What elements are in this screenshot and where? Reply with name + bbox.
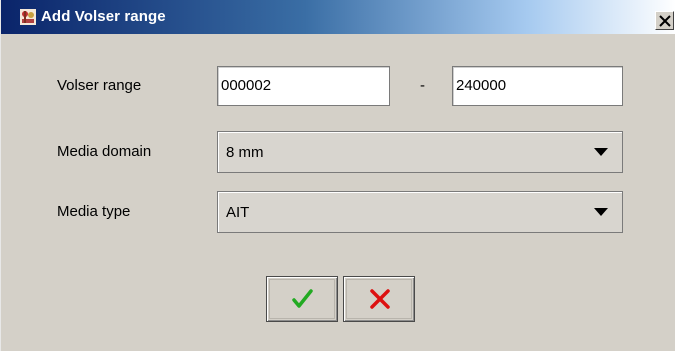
ok-button[interactable] bbox=[266, 276, 338, 322]
media-domain-label: Media domain bbox=[57, 143, 152, 160]
chevron-down-icon[interactable] bbox=[594, 208, 608, 216]
chevron-down-icon[interactable] bbox=[594, 148, 608, 156]
app-icon bbox=[19, 8, 37, 26]
dialog-title: Add Volser range bbox=[41, 8, 166, 25]
media-domain-select[interactable]: 8 mm bbox=[217, 131, 623, 173]
range-separator: - bbox=[420, 77, 425, 94]
volser-to-input[interactable]: 240000 bbox=[452, 66, 623, 106]
x-icon bbox=[370, 289, 390, 309]
checkmark-icon bbox=[292, 289, 313, 308]
volser-range-label: Volser range bbox=[57, 77, 142, 94]
add-volser-range-dialog: Add Volser range Volser range 000002 - 2… bbox=[0, 0, 675, 351]
volser-from-input[interactable]: 000002 bbox=[217, 66, 390, 106]
cancel-button[interactable] bbox=[343, 276, 415, 322]
media-type-select[interactable]: AIT bbox=[217, 191, 623, 233]
media-domain-value: 8 mm bbox=[226, 144, 264, 161]
close-button[interactable] bbox=[655, 11, 674, 30]
media-type-value: AIT bbox=[226, 204, 250, 221]
media-type-label: Media type bbox=[57, 203, 131, 220]
title-bar[interactable]: Add Volser range bbox=[1, 0, 675, 34]
close-icon bbox=[659, 15, 671, 27]
